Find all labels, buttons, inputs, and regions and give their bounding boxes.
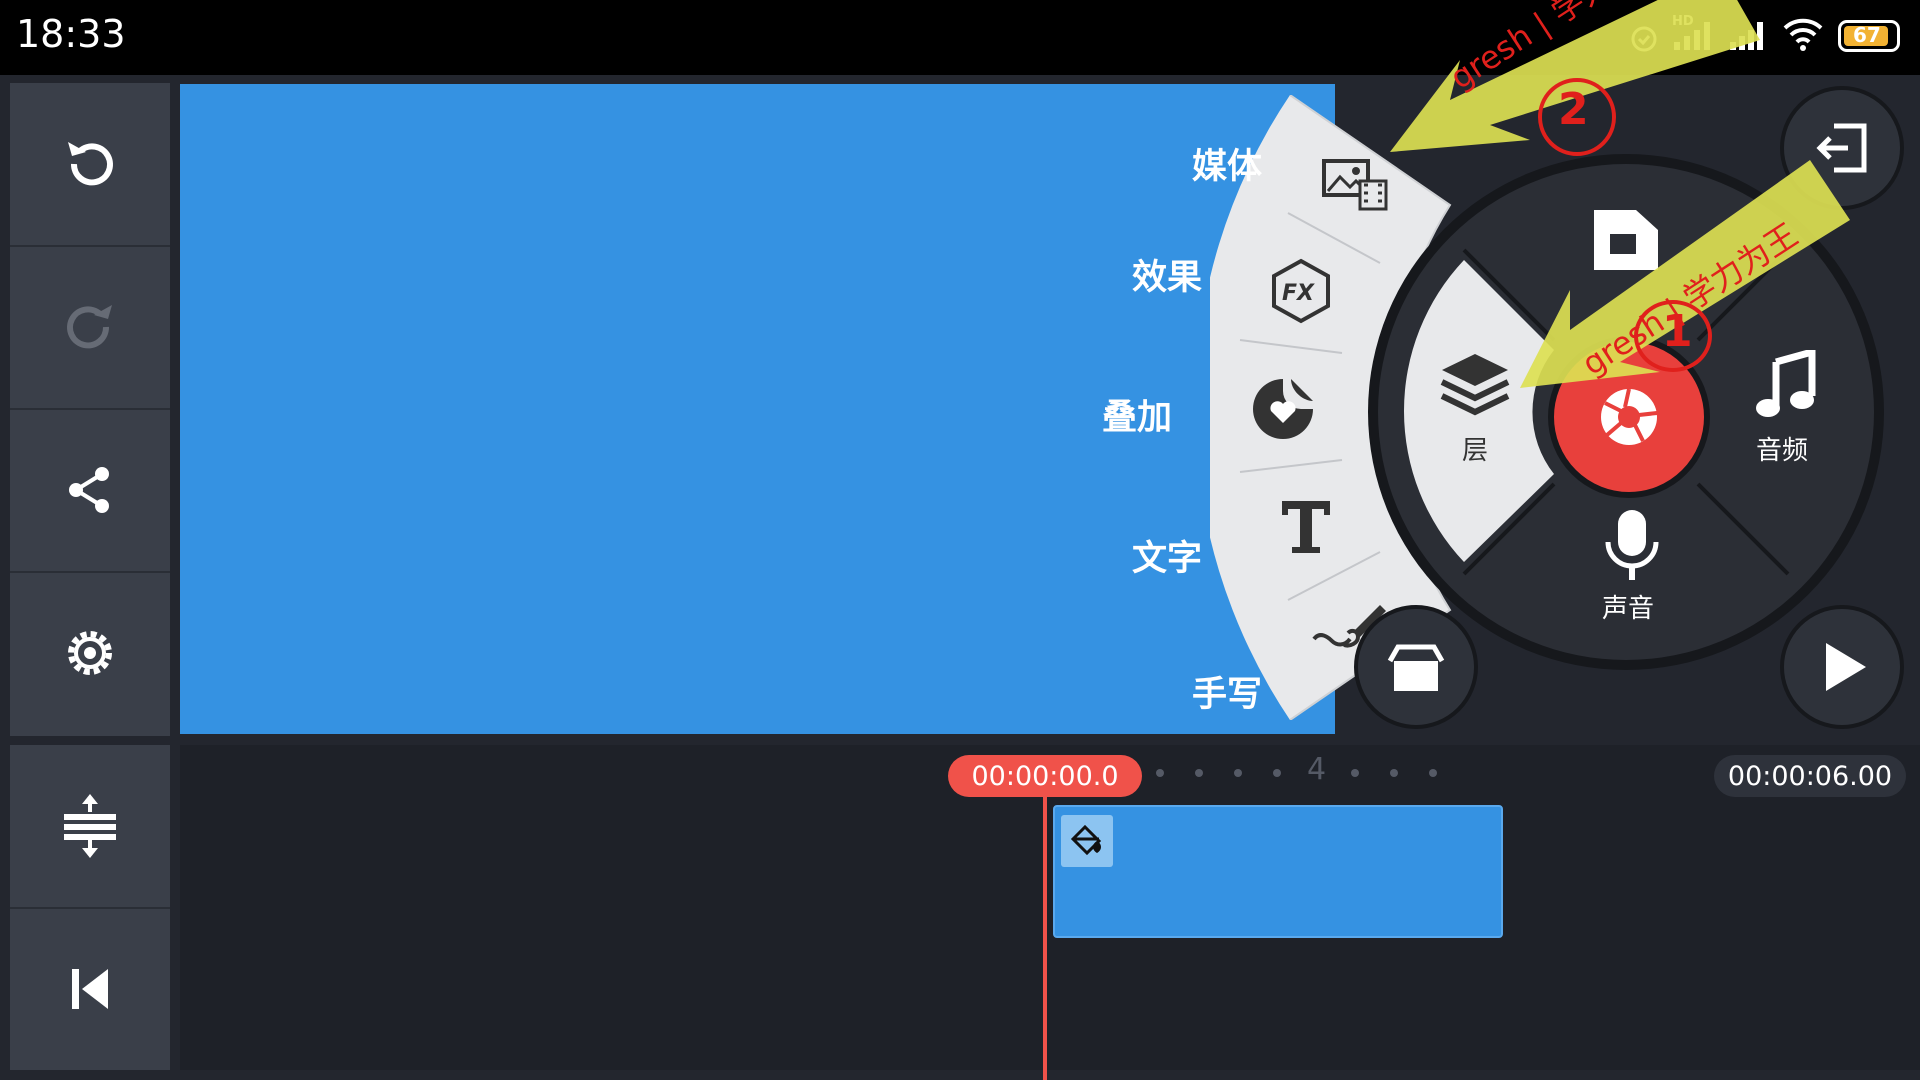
annotation-number-1: 1 bbox=[1662, 306, 1693, 357]
battery-level: 67 bbox=[1853, 23, 1881, 47]
share-button[interactable] bbox=[10, 409, 170, 573]
menu-label-effects[interactable]: 效果 bbox=[1132, 249, 1202, 300]
go-to-start-button[interactable] bbox=[10, 908, 170, 1070]
store-icon bbox=[1386, 637, 1446, 697]
expand-vertical-icon bbox=[58, 790, 122, 862]
layers-icon bbox=[1438, 350, 1512, 420]
undo-button[interactable] bbox=[10, 83, 170, 247]
menu-label-overlay[interactable]: 叠加 bbox=[1102, 389, 1172, 440]
timeline-tick-label: 4 bbox=[1307, 752, 1327, 787]
redo-icon bbox=[58, 295, 122, 359]
settings-button[interactable] bbox=[10, 572, 170, 734]
play-button[interactable] bbox=[1780, 605, 1904, 729]
annotation-number-2: 2 bbox=[1558, 84, 1589, 135]
fx-hexagon-icon: FX bbox=[1268, 258, 1338, 324]
microphone-icon bbox=[1602, 508, 1662, 584]
current-time: 00:00:00.0 bbox=[948, 755, 1142, 797]
gear-icon bbox=[58, 621, 122, 685]
timeline-tick bbox=[1156, 769, 1164, 777]
share-icon bbox=[58, 458, 122, 522]
status-time: 18:33 bbox=[16, 12, 126, 56]
menu-item-effects[interactable]: FX bbox=[1268, 258, 1338, 328]
project-duration: 00:00:06.00 bbox=[1714, 755, 1906, 797]
menu-item-overlay[interactable] bbox=[1249, 375, 1319, 445]
layer-button[interactable]: 层 bbox=[1430, 350, 1520, 470]
timeline-tick bbox=[1195, 769, 1203, 777]
heart-sticker-icon bbox=[1249, 375, 1319, 443]
menu-label-handwriting[interactable]: 手写 bbox=[1192, 666, 1262, 717]
svg-text:FX: FX bbox=[1282, 281, 1315, 306]
asset-store-button[interactable] bbox=[1354, 605, 1478, 729]
timeline-tick bbox=[1429, 769, 1437, 777]
timeline-tick bbox=[1273, 769, 1281, 777]
undo-icon bbox=[58, 132, 122, 196]
background-clip[interactable] bbox=[1053, 805, 1503, 938]
voice-label: 声音 bbox=[1602, 594, 1655, 624]
menu-item-text[interactable] bbox=[1276, 495, 1346, 565]
menu-label-text[interactable]: 文字 bbox=[1132, 530, 1202, 581]
timeline-sidebar bbox=[10, 745, 170, 1070]
annotation-arrow-1: gresh | 学力为王 1 bbox=[1510, 140, 1850, 400]
text-t-icon bbox=[1276, 495, 1346, 555]
timeline-tick bbox=[1234, 769, 1242, 777]
audio-label: 音频 bbox=[1756, 436, 1809, 466]
wifi-icon bbox=[1782, 16, 1824, 52]
layer-label: 层 bbox=[1462, 436, 1489, 466]
timeline-tick bbox=[1390, 769, 1398, 777]
sidebar bbox=[10, 83, 170, 736]
paint-bucket-icon bbox=[1061, 815, 1113, 867]
timeline-tick bbox=[1351, 769, 1359, 777]
battery-icon: 67 bbox=[1838, 20, 1900, 52]
skip-to-start-icon bbox=[62, 961, 118, 1017]
playhead[interactable] bbox=[1043, 793, 1047, 1080]
voice-button[interactable]: 声音 bbox=[1586, 508, 1676, 628]
expand-timeline-button[interactable] bbox=[10, 745, 170, 909]
play-icon bbox=[1812, 637, 1872, 697]
redo-button[interactable] bbox=[10, 246, 170, 410]
menu-label-media[interactable]: 媒体 bbox=[1192, 138, 1262, 189]
